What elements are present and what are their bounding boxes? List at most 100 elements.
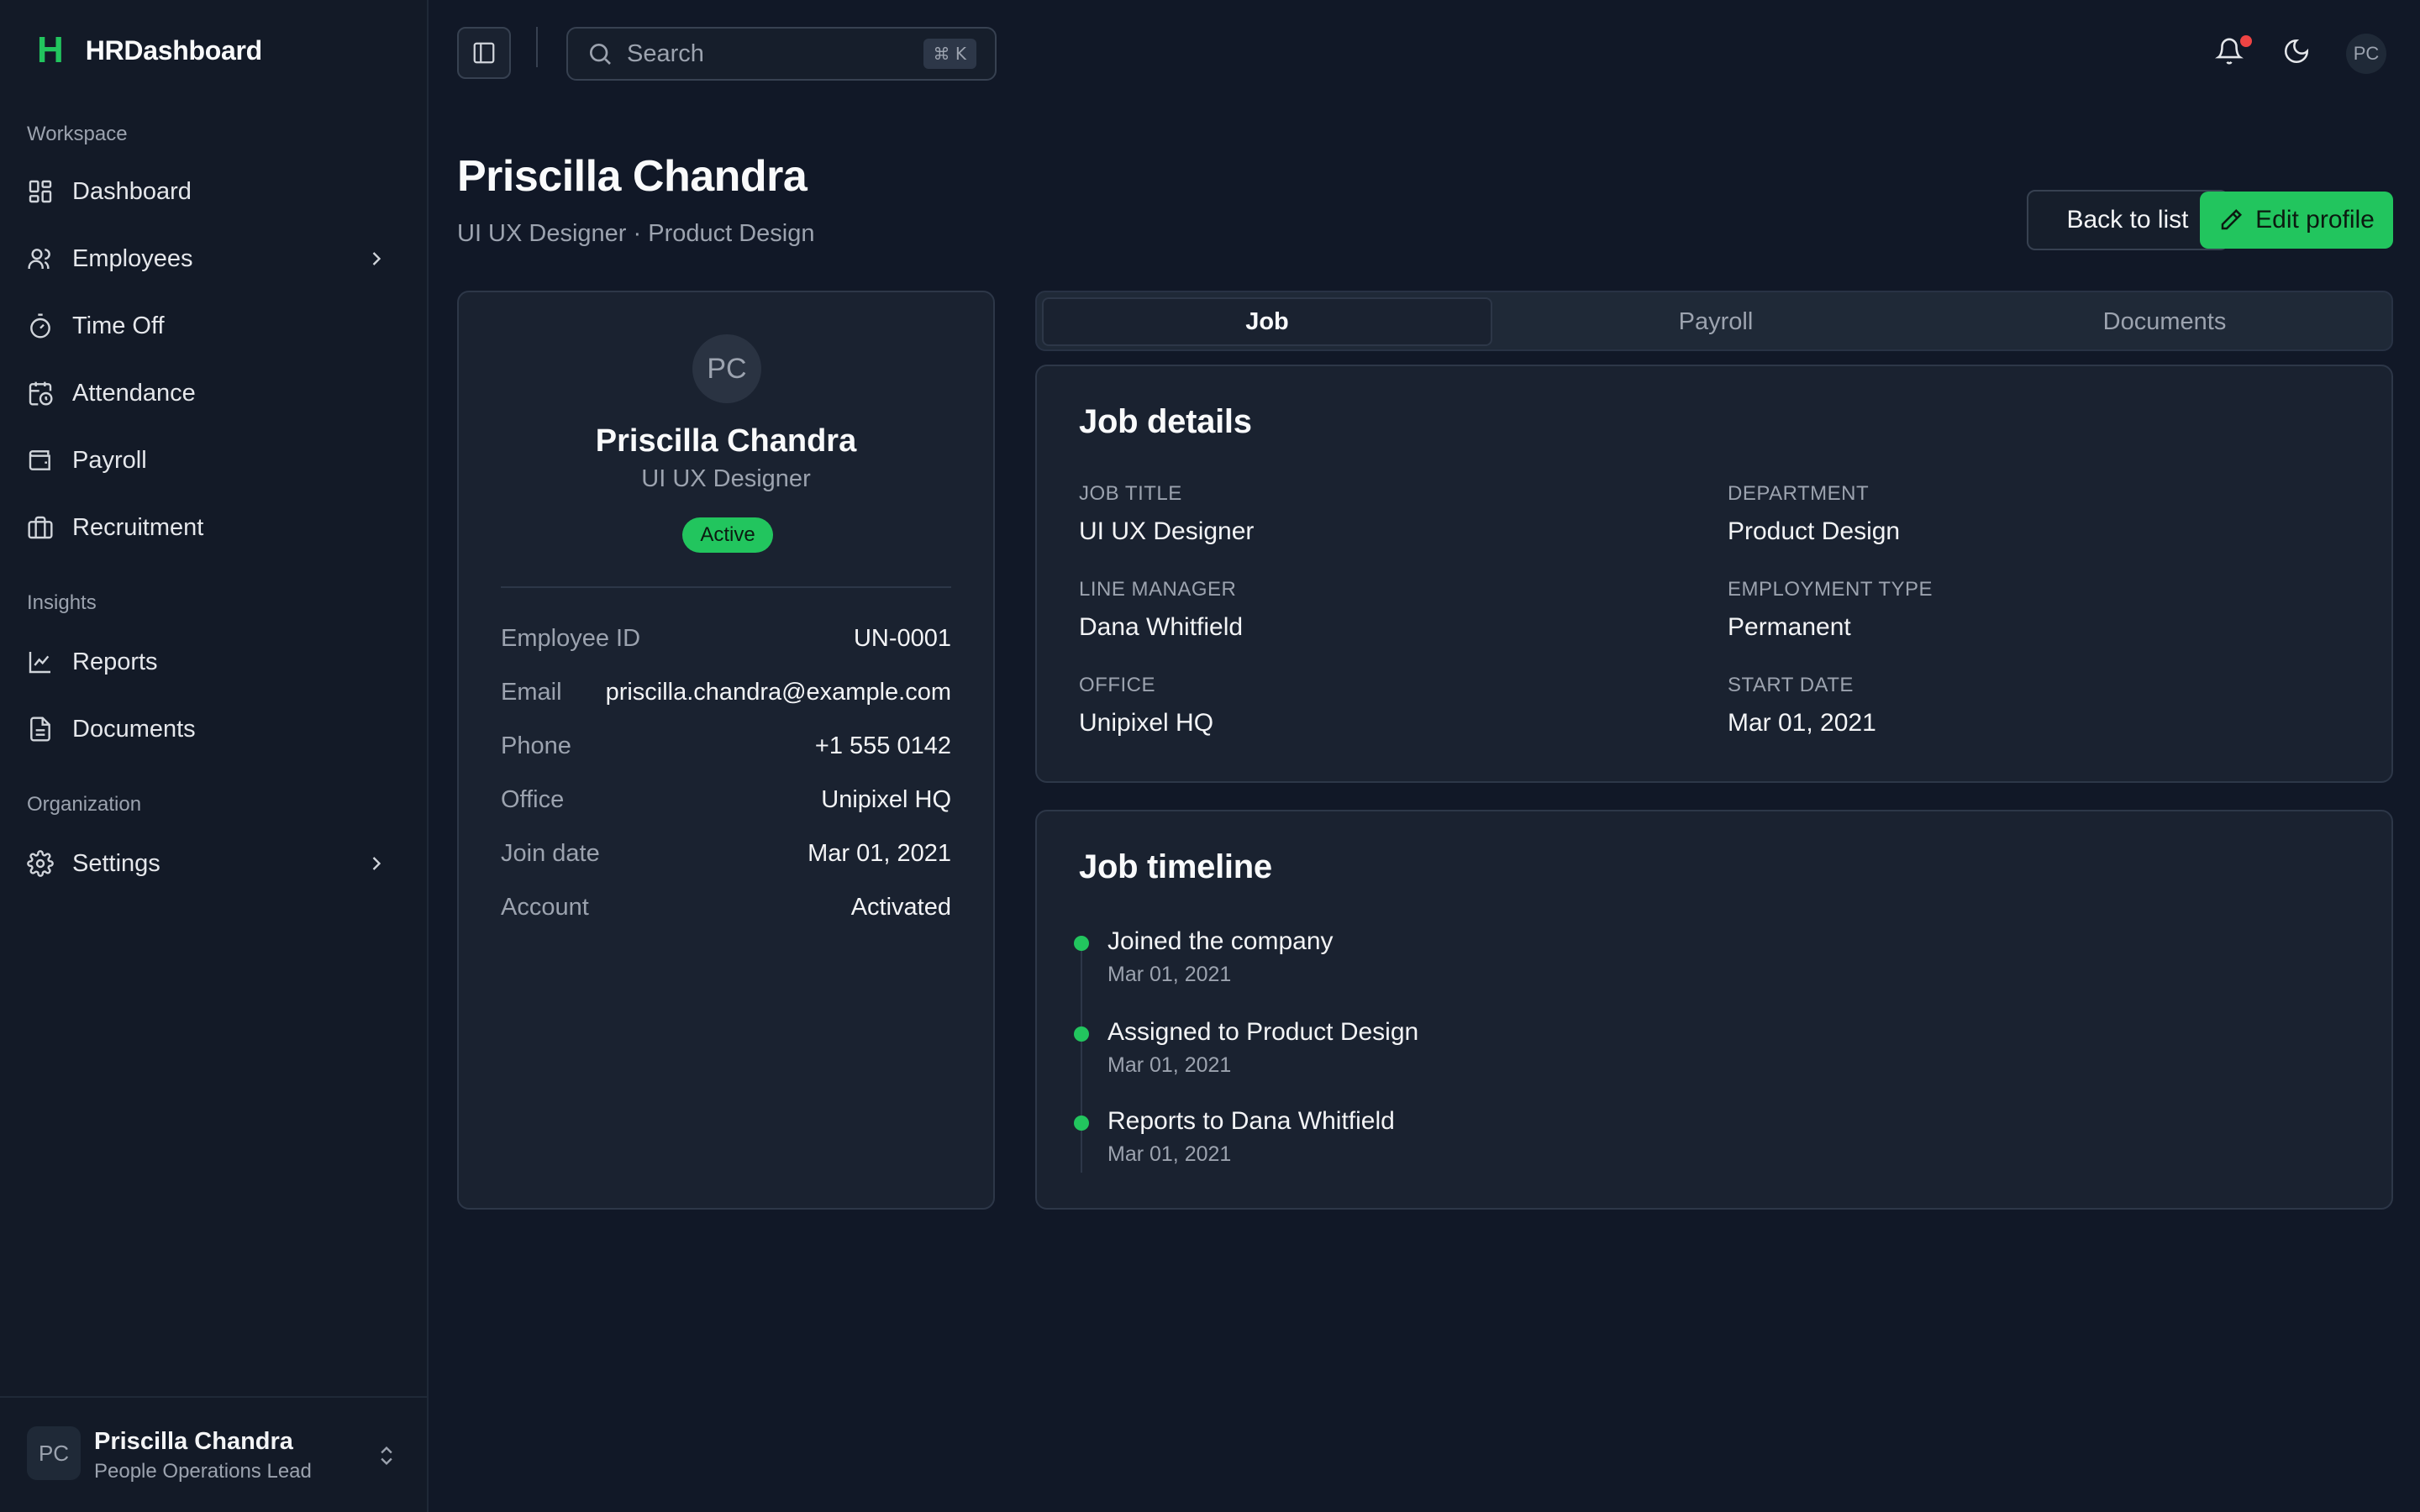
card-title: Job timeline bbox=[1079, 848, 1272, 885]
profile-name: Priscilla Chandra bbox=[595, 423, 857, 459]
profile-tabs: Job Payroll Documents bbox=[1035, 291, 2393, 351]
edit-profile-button[interactable]: Edit profile bbox=[2200, 192, 2393, 249]
info-label: Email bbox=[501, 678, 562, 706]
dashboard-icon bbox=[27, 178, 54, 205]
avatar: PC bbox=[27, 1426, 81, 1480]
section-label-workspace: Workspace bbox=[27, 123, 128, 145]
info-value[interactable]: priscilla.chandra@example.com bbox=[606, 679, 951, 706]
sidebar-item-employees[interactable]: Employees bbox=[13, 232, 408, 286]
sidebar-item-reports[interactable]: Reports bbox=[13, 635, 408, 689]
edit-profile-label: Edit profile bbox=[2255, 206, 2375, 234]
sidebar-item-time-off[interactable]: Time Off bbox=[13, 299, 408, 353]
timeline-event-title: Reports to Dana Whitfield bbox=[1107, 1107, 1395, 1135]
field-value: Unipixel HQ bbox=[1079, 709, 1214, 737]
moon-icon bbox=[2282, 37, 2314, 66]
profile-role: UI UX Designer bbox=[641, 465, 811, 492]
field-label: JOB TITLE bbox=[1079, 482, 1182, 505]
job-timeline-card: Job timeline Joined the company Mar 01, … bbox=[1035, 810, 2393, 1210]
info-row-phone: Phone +1 555 0142 bbox=[501, 729, 951, 763]
sidebar: H HRDashboard Workspace Dashboard Employ… bbox=[0, 0, 429, 1512]
keyboard-shortcut: ⌘ K bbox=[923, 39, 976, 69]
sidebar-item-label: Recruitment bbox=[72, 513, 204, 541]
search-box[interactable]: ⌘ K bbox=[566, 27, 997, 81]
job-details-card: Job details JOB TITLE UI UX Designer DEP… bbox=[1035, 365, 2393, 783]
sidebar-item-label: Settings bbox=[72, 849, 160, 877]
sidebar-item-label: Dashboard bbox=[72, 177, 192, 205]
search-input[interactable] bbox=[627, 39, 904, 68]
calendar-clock-icon bbox=[27, 380, 54, 407]
avatar: PC bbox=[692, 334, 761, 403]
sidebar-item-label: Time Off bbox=[72, 312, 165, 339]
field-label: EMPLOYMENT TYPE bbox=[1728, 578, 1933, 601]
field-value: Product Design bbox=[1728, 517, 1901, 545]
sidebar-item-documents[interactable]: Documents bbox=[13, 702, 408, 756]
sidebar-item-attendance[interactable]: Attendance bbox=[13, 366, 408, 420]
field-value: Mar 01, 2021 bbox=[1728, 709, 1876, 737]
profile-card: PC Priscilla Chandra UI UX Designer Acti… bbox=[457, 291, 995, 1210]
page-title: Priscilla Chandra bbox=[457, 152, 808, 201]
page-subtitle: UI UX Designer · Product Design bbox=[457, 220, 815, 247]
gear-icon bbox=[27, 850, 54, 877]
timeline-dot bbox=[1074, 1026, 1089, 1042]
avatar[interactable]: PC bbox=[2346, 34, 2386, 74]
timeline-event-date: Mar 01, 2021 bbox=[1107, 963, 1232, 986]
sidebar-item-payroll[interactable]: Payroll bbox=[13, 433, 408, 487]
chevron-right-icon bbox=[365, 247, 388, 270]
field-value: Permanent bbox=[1728, 613, 1851, 641]
info-row-join-date: Join date Mar 01, 2021 bbox=[501, 837, 951, 870]
brand-logo: H bbox=[37, 29, 64, 71]
sidebar-item-label: Attendance bbox=[72, 379, 196, 407]
section-label-organization: Organization bbox=[27, 793, 142, 816]
sidebar-item-label: Documents bbox=[72, 715, 196, 743]
tab-documents[interactable]: Documents bbox=[1939, 297, 2390, 346]
brand[interactable]: H HRDashboard bbox=[37, 32, 262, 69]
status-badge: Active bbox=[682, 517, 773, 553]
timeline-event-title: Joined the company bbox=[1107, 927, 1334, 955]
topbar-divider bbox=[536, 27, 538, 67]
sidebar-item-label: Reports bbox=[72, 648, 158, 675]
chevron-right-icon bbox=[365, 852, 388, 875]
brand-name: HRDashboard bbox=[85, 34, 262, 66]
timeline-event-date: Mar 01, 2021 bbox=[1107, 1053, 1232, 1077]
info-row-email: Email priscilla.chandra@example.com bbox=[501, 675, 951, 709]
info-value: UN-0001 bbox=[853, 624, 951, 652]
section-label-insights: Insights bbox=[27, 591, 97, 614]
tab-job[interactable]: Job bbox=[1042, 297, 1492, 346]
field-label: OFFICE bbox=[1079, 674, 1155, 696]
back-to-list-button[interactable]: Back to list bbox=[2027, 190, 2228, 250]
info-label: Phone bbox=[501, 732, 571, 759]
info-row-office: Office Unipixel HQ bbox=[501, 783, 951, 816]
field-label: START DATE bbox=[1728, 674, 1854, 696]
info-label: Office bbox=[501, 785, 565, 813]
info-row-account: Account Activated bbox=[501, 890, 951, 924]
sidebar-toggle-button[interactable] bbox=[457, 27, 511, 79]
chart-line-icon bbox=[27, 648, 54, 675]
sidebar-item-recruitment[interactable]: Recruitment bbox=[13, 501, 408, 554]
timeline-dot bbox=[1074, 936, 1089, 951]
pencil-icon bbox=[2218, 207, 2244, 233]
info-label: Account bbox=[501, 893, 589, 921]
user-name: Priscilla Chandra bbox=[94, 1428, 293, 1455]
user-menu[interactable]: PC Priscilla Chandra People Operations L… bbox=[0, 1396, 427, 1512]
sidebar-item-label: Payroll bbox=[72, 446, 147, 474]
timeline-event-date: Mar 01, 2021 bbox=[1107, 1142, 1232, 1166]
timeline-line bbox=[1081, 946, 1082, 1173]
info-value: +1 555 0142 bbox=[814, 732, 951, 759]
notification-dot bbox=[2240, 35, 2252, 47]
theme-toggle-button[interactable] bbox=[2282, 37, 2314, 69]
divider bbox=[501, 586, 951, 588]
sidebar-item-dashboard[interactable]: Dashboard bbox=[13, 165, 408, 218]
info-value: Mar 01, 2021 bbox=[808, 839, 951, 867]
briefcase-icon bbox=[27, 514, 54, 541]
info-label: Employee ID bbox=[501, 624, 641, 652]
info-label: Join date bbox=[501, 839, 600, 867]
chevrons-up-down-icon bbox=[375, 1441, 398, 1470]
wallet-icon bbox=[27, 447, 54, 474]
info-value: Activated bbox=[850, 893, 951, 921]
sidebar-item-label: Employees bbox=[72, 244, 193, 272]
info-row-employee-id: Employee ID UN-0001 bbox=[501, 622, 951, 655]
panel-left-icon bbox=[471, 40, 497, 66]
tab-payroll[interactable]: Payroll bbox=[1491, 297, 1941, 346]
timeline-dot bbox=[1074, 1116, 1089, 1131]
sidebar-item-settings[interactable]: Settings bbox=[13, 837, 408, 890]
